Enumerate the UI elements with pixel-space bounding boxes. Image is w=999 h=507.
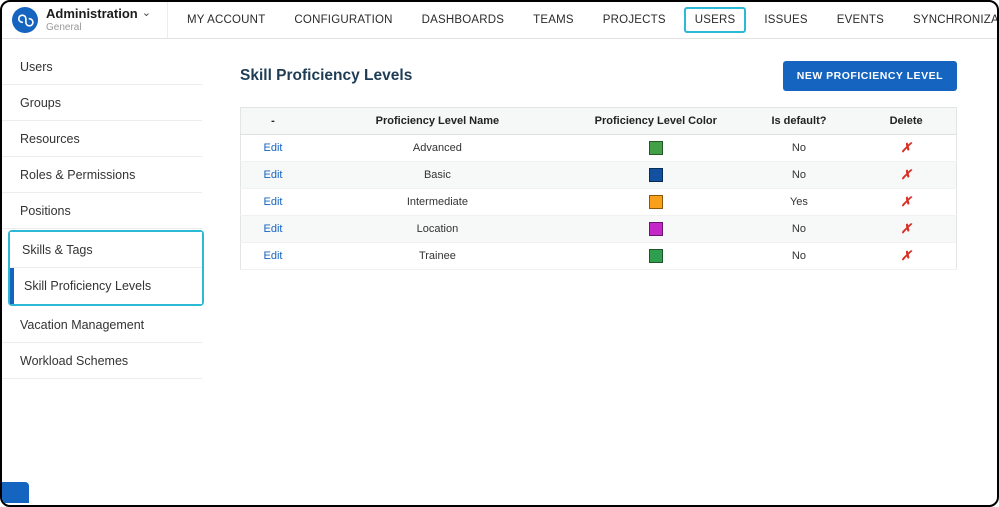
color-swatch: [648, 222, 663, 236]
sidebar-item-users[interactable]: Users: [2, 49, 202, 85]
page-title: Skill Proficiency Levels: [240, 67, 413, 84]
is-default-value: No: [741, 242, 857, 270]
nav-issues[interactable]: ISSUES: [753, 7, 818, 33]
nav-projects[interactable]: PROJECTS: [592, 7, 677, 33]
proficiency-table-wrap: - Proficiency Level Name Proficiency Lev…: [240, 107, 957, 270]
admin-title: Administration: [46, 6, 138, 22]
nav-teams[interactable]: TEAMS: [522, 7, 585, 33]
delete-icon[interactable]: ✗: [901, 194, 912, 209]
table-row: Edit Advanced No ✗: [240, 134, 957, 162]
sidebar: Users Groups Resources Roles & Permissio…: [2, 39, 214, 505]
col-header-edit: -: [240, 107, 305, 135]
proficiency-table: - Proficiency Level Name Proficiency Lev…: [240, 107, 957, 270]
edit-link[interactable]: Edit: [263, 223, 282, 235]
delete-icon[interactable]: ✗: [901, 167, 912, 182]
edit-link[interactable]: Edit: [263, 250, 282, 262]
table-header-row: - Proficiency Level Name Proficiency Lev…: [240, 107, 957, 135]
sidebar-item-positions[interactable]: Positions: [2, 193, 202, 229]
level-name: Intermediate: [304, 188, 570, 216]
color-swatch: [648, 141, 663, 155]
top-nav-bar: Administration ⌄ General MY ACCOUNT CONF…: [2, 2, 997, 39]
admin-menu-text: Administration ⌄ General: [46, 6, 151, 33]
sidebar-item-groups[interactable]: Groups: [2, 85, 202, 121]
level-name: Location: [304, 215, 570, 243]
edit-link[interactable]: Edit: [263, 142, 282, 154]
edit-link[interactable]: Edit: [263, 196, 282, 208]
content-header: Skill Proficiency Levels NEW PROFICIENCY…: [240, 61, 957, 91]
app-window: Administration ⌄ General MY ACCOUNT CONF…: [0, 0, 999, 507]
sidebar-item-skill-proficiency-levels[interactable]: Skill Proficiency Levels: [10, 268, 202, 304]
main-content: Skill Proficiency Levels NEW PROFICIENCY…: [214, 39, 997, 505]
nav-users[interactable]: USERS: [683, 7, 747, 33]
table-row: Edit Trainee No ✗: [240, 242, 957, 270]
table-row: Edit Basic No ✗: [240, 161, 957, 189]
sidebar-item-resources[interactable]: Resources: [2, 121, 202, 157]
col-header-default: Is default?: [741, 107, 857, 135]
admin-subtitle: General: [46, 21, 82, 33]
sidebar-active-group: Skills & Tags Skill Proficiency Levels: [8, 230, 204, 306]
sidebar-item-workload-schemes[interactable]: Workload Schemes: [2, 343, 202, 379]
level-name: Trainee: [304, 242, 570, 270]
is-default-value: No: [741, 215, 857, 243]
nav-my-account[interactable]: MY ACCOUNT: [176, 7, 276, 33]
nav-dashboards[interactable]: DASHBOARDS: [411, 7, 516, 33]
new-proficiency-level-button[interactable]: NEW PROFICIENCY LEVEL: [782, 61, 957, 91]
table-row: Edit Intermediate Yes ✗: [240, 188, 957, 216]
color-swatch: [648, 168, 663, 182]
delete-icon[interactable]: ✗: [901, 221, 912, 236]
col-header-delete: Delete: [856, 107, 957, 135]
nav-events[interactable]: EVENTS: [826, 7, 895, 33]
nav-synchronization[interactable]: SYNCHRONIZATION: [902, 7, 997, 33]
col-header-color: Proficiency Level Color: [569, 107, 742, 135]
nav-configuration[interactable]: CONFIGURATION: [283, 7, 403, 33]
sidebar-item-roles-permissions[interactable]: Roles & Permissions: [2, 157, 202, 193]
color-swatch: [648, 195, 663, 209]
is-default-value: Yes: [741, 188, 857, 216]
main-nav: MY ACCOUNT CONFIGURATION DASHBOARDS TEAM…: [176, 7, 997, 33]
is-default-value: No: [741, 134, 857, 162]
chat-widget-fragment[interactable]: [2, 482, 29, 503]
sidebar-item-skills-tags[interactable]: Skills & Tags: [10, 232, 202, 268]
delete-icon[interactable]: ✗: [901, 140, 912, 155]
table-row: Edit Location No ✗: [240, 215, 957, 243]
col-header-name: Proficiency Level Name: [304, 107, 570, 135]
level-name: Basic: [304, 161, 570, 189]
edit-link[interactable]: Edit: [263, 169, 282, 181]
sidebar-item-vacation-management[interactable]: Vacation Management: [2, 307, 202, 343]
delete-icon[interactable]: ✗: [901, 248, 912, 263]
is-default-value: No: [741, 161, 857, 189]
admin-menu-dropdown[interactable]: Administration ⌄ General: [12, 2, 168, 38]
page-body: Users Groups Resources Roles & Permissio…: [2, 39, 997, 505]
chevron-down-icon: ⌄: [141, 6, 151, 19]
color-swatch: [648, 249, 663, 263]
level-name: Advanced: [304, 134, 570, 162]
app-logo-icon: [12, 7, 38, 33]
